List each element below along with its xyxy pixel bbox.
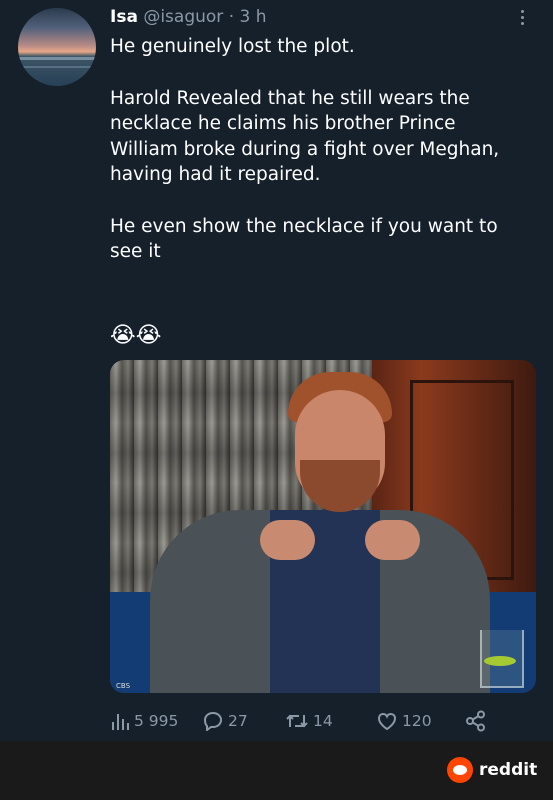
reddit-wordmark: reddit bbox=[479, 760, 538, 780]
tweet-text-line: He even show the necklace if you want to bbox=[110, 215, 498, 237]
crying-emojis: 😭😭 bbox=[110, 323, 162, 348]
like-button[interactable]: 120 bbox=[376, 706, 432, 736]
avatar-waves bbox=[18, 66, 96, 68]
header-separator: · bbox=[228, 7, 235, 27]
views-count: 5 995 bbox=[134, 712, 179, 730]
reply-button[interactable]: 27 bbox=[202, 706, 248, 736]
heart-icon bbox=[377, 712, 397, 731]
like-count: 120 bbox=[402, 712, 432, 730]
retweet-count: 14 bbox=[313, 712, 333, 730]
reply-icon bbox=[203, 711, 223, 731]
tweet-timestamp[interactable]: 3 h bbox=[240, 7, 267, 27]
tweet-text-line: having had it repaired. bbox=[110, 164, 321, 185]
reddit-brand[interactable]: reddit bbox=[447, 757, 537, 783]
tweet-text-line: William broke during a fight over Meghan… bbox=[110, 138, 500, 160]
avatar-horizon bbox=[18, 57, 96, 60]
avatar[interactable] bbox=[18, 8, 96, 86]
reply-count: 27 bbox=[228, 712, 248, 730]
reddit-logo-icon bbox=[447, 757, 473, 783]
share-icon bbox=[466, 710, 485, 732]
media-person-hand-right bbox=[365, 520, 420, 560]
tweet-card[interactable]: Isa @isaguor · 3 h He genuinely lost the… bbox=[0, 0, 553, 741]
views-stat[interactable]: 5 995 bbox=[110, 706, 178, 736]
tweet-text-line: He genuinely lost the plot. bbox=[110, 36, 355, 57]
share-button[interactable] bbox=[465, 706, 491, 736]
media-watermark: CBS bbox=[116, 682, 131, 690]
author-name[interactable]: Isa bbox=[110, 7, 138, 27]
more-options-icon[interactable] bbox=[515, 8, 529, 30]
media-lime bbox=[484, 656, 516, 666]
tweet-text-line: necklace he claims his brother Prince bbox=[110, 113, 456, 134]
author-handle[interactable]: @isaguor bbox=[143, 7, 223, 27]
tweet-media-image[interactable]: CBS bbox=[110, 360, 536, 693]
tweet-text-line: Harold Revealed that he still wears the bbox=[110, 87, 470, 109]
retweet-button[interactable]: 14 bbox=[285, 706, 333, 736]
tweet-text-line: see it bbox=[110, 241, 161, 262]
tweet-actions: 5 995 27 14 120 bbox=[110, 706, 530, 736]
tweet-header: Isa @isaguor · 3 h bbox=[110, 6, 267, 28]
retweet-icon bbox=[286, 714, 308, 728]
tweet-text: He genuinely lost the plot. Harold Revea… bbox=[110, 34, 530, 265]
analytics-icon bbox=[112, 714, 129, 730]
media-person-hand-left bbox=[260, 520, 315, 560]
